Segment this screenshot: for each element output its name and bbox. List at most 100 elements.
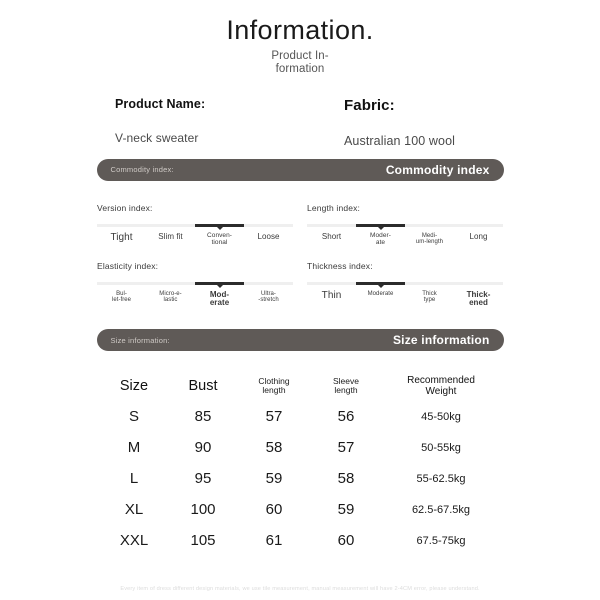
header-line-2: length [334, 385, 358, 396]
scale-track[interactable] [307, 281, 503, 285]
scale-option-label[interactable]: Ultra- -stretch [244, 291, 293, 308]
scale-option-label[interactable]: Bul-let-free [97, 291, 146, 308]
scale-option-line-2: lastic [163, 296, 178, 303]
scale-title: Thickness index: [307, 260, 373, 271]
scale-option-label[interactable]: Thick type [405, 291, 454, 308]
scale-option-line-2: tional [211, 238, 228, 246]
scale-option-line-1: Thin [321, 289, 342, 301]
size-table-wrap: Size Bust Clothing length Sleeve length Recomm… [0, 371, 600, 556]
fabric-label: Fabric: [344, 96, 395, 114]
scale-version-index: Version index: Tight Slim fit Conven-tional… [97, 203, 293, 247]
size-table-cell-clothing-length: 60 [265, 501, 283, 519]
scale-segment[interactable] [454, 282, 503, 285]
scale-option-label[interactable]: Slim fit [146, 231, 195, 247]
header-line-1: Recommended [407, 374, 475, 386]
scale-segment[interactable] [97, 224, 146, 227]
scale-option-label[interactable]: Moderate [356, 291, 405, 308]
scale-segment[interactable] [405, 224, 454, 227]
commodity-index-small-label: Commodity index: [110, 165, 174, 175]
size-table-cell-clothing-length: 59 [265, 470, 283, 488]
scale-segment[interactable] [307, 224, 356, 227]
scale-option-label[interactable]: Conven-tional [195, 232, 244, 247]
scale-option-line-2: ate [375, 238, 386, 246]
scale-option-label[interactable]: Medi-um-length [405, 233, 454, 247]
size-table-cell-weight: 55-62.5kg [416, 472, 466, 485]
table-row: XXL 105 61 60 67.5-75kg [100, 525, 500, 556]
fabric-block: Fabric: Australian 100 wool [344, 97, 455, 148]
size-table-header-cell: Clothing length [238, 371, 310, 401]
size-table-body: S 85 57 56 45-50kg M 90 58 57 50-55kg L 95 59 58 55-62… [100, 401, 500, 556]
size-information-small-label: Size information: [110, 335, 170, 345]
scale-option-line-2: let-free [111, 296, 132, 303]
scale-option-label[interactable]: Micro-e-lastic [146, 291, 195, 308]
size-table-cell-bust: 85 [194, 408, 212, 426]
scale-segment[interactable] [307, 282, 356, 285]
product-name-value: V-neck sweater [115, 130, 199, 145]
scale-track[interactable] [307, 223, 503, 228]
scale-option-label[interactable]: Thick-ened [454, 290, 503, 308]
size-table-header-cell: Sleeve length [310, 371, 382, 401]
scale-segment-active[interactable] [195, 281, 244, 285]
table-row: L 95 59 58 55-62.5kg [100, 463, 500, 494]
scale-labels: Tight Slim fit Conven-tional Loose [97, 231, 293, 247]
scale-segment-active[interactable] [356, 281, 405, 285]
page-subtitle: Product In- formation [0, 50, 600, 77]
scale-segment-active[interactable] [356, 223, 405, 228]
table-row: XL 100 60 59 62.5-67.5kg [100, 494, 500, 525]
scale-segment[interactable] [146, 224, 195, 227]
scale-labels: Thin Moderate Thick type Thick-ened [307, 289, 503, 308]
header-line-1: Bust [188, 378, 218, 395]
scale-option-line-2: ened [469, 297, 488, 307]
size-table-cell-clothing-length: 61 [265, 532, 283, 550]
size-table-cell-size: S [128, 408, 139, 426]
size-table-cell-sleeve-length: 58 [337, 470, 355, 488]
scale-segment[interactable] [244, 224, 293, 227]
scale-option-label[interactable]: Tight [97, 231, 146, 247]
product-meta: Product Name: V-neck sweater Fabric: Aus… [0, 97, 600, 159]
subtitle-line-2: formation [275, 63, 325, 76]
scale-segment-active[interactable] [195, 223, 244, 228]
scale-option-line-1: Tight [110, 231, 133, 243]
scale-option-label[interactable]: Moder-ate [356, 232, 405, 247]
scale-option-label[interactable]: Short [307, 231, 356, 247]
size-table-header-cell: Recommended Weight [382, 371, 500, 401]
size-table-cell-weight: 67.5-75kg [416, 534, 466, 547]
scale-option-label[interactable]: Mod-erate [195, 290, 244, 308]
size-table-cell-size: XL [124, 501, 144, 519]
scale-segment[interactable] [97, 282, 146, 285]
scale-option-label[interactable]: Loose [244, 231, 293, 247]
scale-option-label[interactable]: Long [454, 232, 503, 247]
size-table-cell-bust: 90 [194, 439, 212, 457]
scale-segment[interactable] [146, 282, 195, 285]
scale-track[interactable] [97, 223, 293, 228]
scale-option-line-1: Short [321, 231, 342, 241]
size-table-cell-bust: 100 [190, 501, 216, 519]
size-table-cell-weight: 45-50kg [421, 410, 461, 423]
size-table-cell-weight: 50-55kg [421, 441, 461, 454]
size-table-cell-clothing-length: 57 [265, 408, 283, 426]
index-scales: Version index: Tight Slim fit Conven-tional… [0, 203, 600, 307]
scale-segment[interactable] [454, 224, 503, 227]
scale-option-line-1: Slim fit [158, 231, 183, 241]
scale-option-line-1: Loose [257, 231, 280, 241]
scale-title: Length index: [307, 202, 360, 213]
scale-segment[interactable] [244, 282, 293, 285]
scale-title: Elasticity index: [97, 260, 159, 271]
scale-option-label[interactable]: Thin [307, 289, 356, 308]
size-table-cell-clothing-length: 58 [265, 439, 283, 457]
size-table-cell-size: M [127, 439, 141, 457]
scale-labels: Short Moder-ate Medi-um-length Long [307, 231, 503, 247]
scale-segment[interactable] [405, 282, 454, 285]
scale-length-index: Length index: Short Moder-ate Medi-um-lengt… [307, 203, 503, 247]
scale-track[interactable] [97, 281, 293, 285]
product-name-block: Product Name: V-neck sweater [115, 97, 205, 145]
commodity-index-title: Commodity index [385, 162, 490, 177]
size-table-cell-sleeve-length: 59 [337, 501, 355, 519]
size-table-cell-sleeve-length: 56 [337, 408, 355, 426]
size-table-header-row: Size Bust Clothing length Sleeve length Recomm… [100, 371, 500, 401]
size-table-cell-sleeve-length: 57 [337, 439, 355, 457]
size-table-cell-bust: 95 [194, 470, 212, 488]
size-table-cell-sleeve-length: 60 [337, 532, 355, 550]
scale-option-line-1: Moderate [367, 290, 394, 297]
commodity-index-banner: Commodity index: Commodity index [96, 158, 504, 181]
